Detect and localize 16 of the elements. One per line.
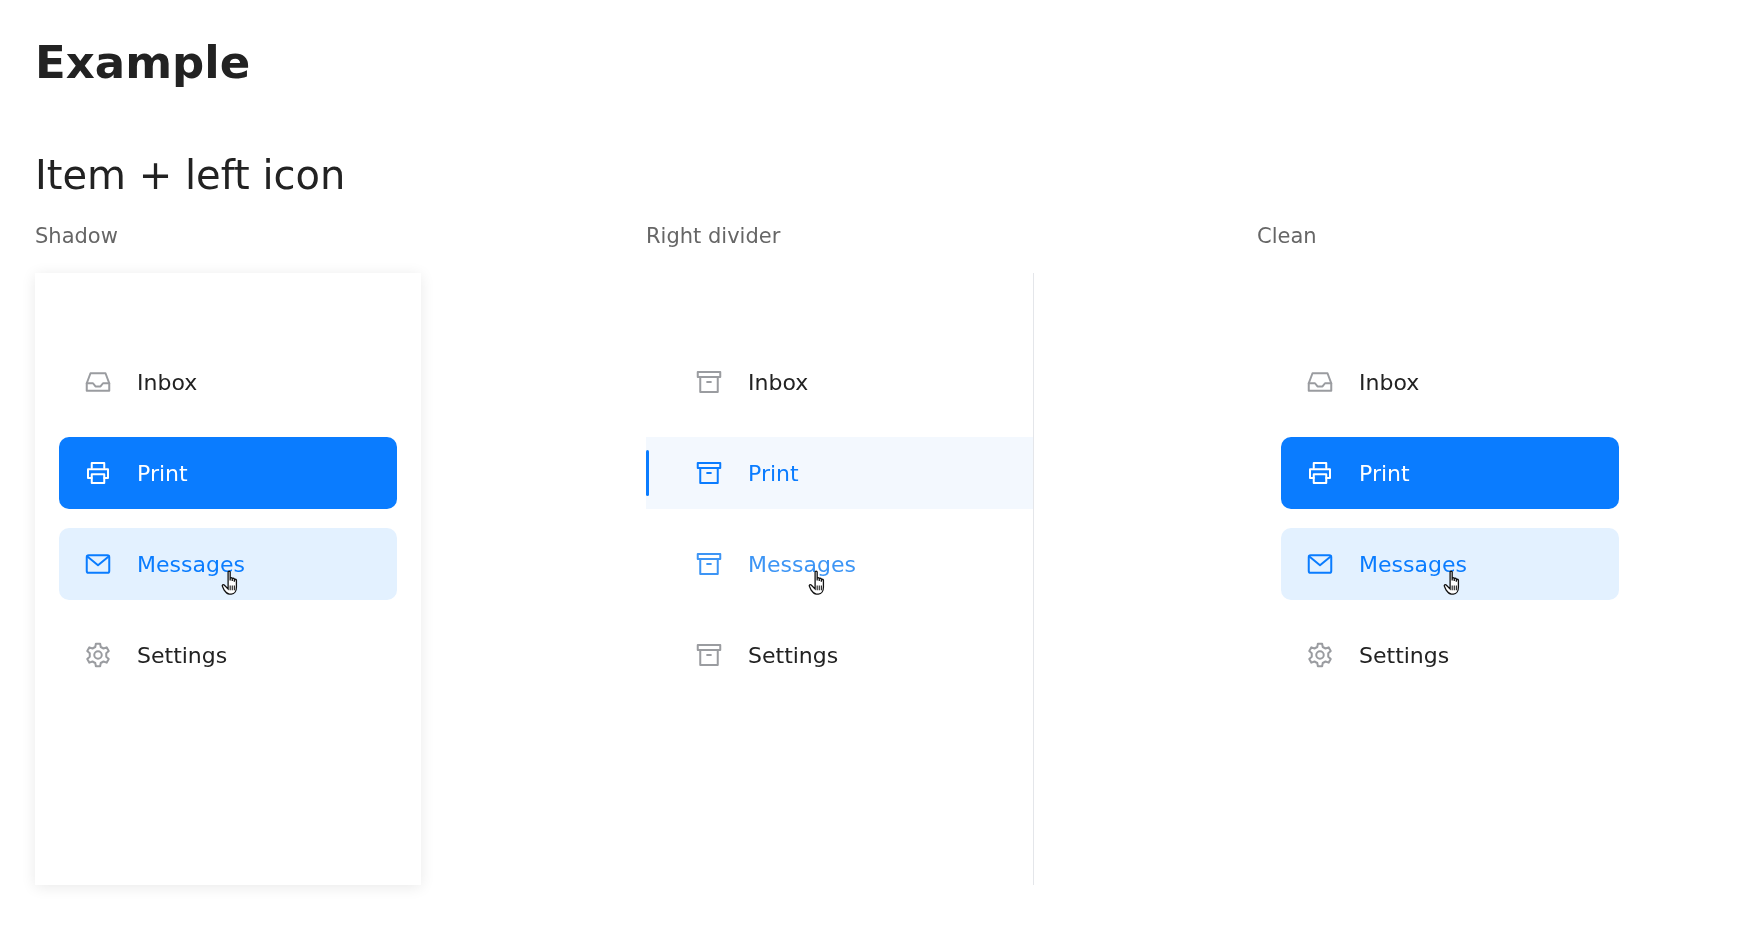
menu-item[interactable]: Print (59, 437, 397, 509)
menu-item[interactable]: Inbox (646, 346, 1033, 418)
menu-item[interactable]: Print (1281, 437, 1619, 509)
menu-item[interactable]: Settings (1281, 619, 1619, 691)
page-title: Example (35, 35, 252, 91)
menu-item[interactable]: Inbox (59, 346, 397, 418)
menu-item[interactable]: Inbox (1281, 346, 1619, 418)
menu-item[interactable]: Settings (646, 619, 1033, 691)
settings-icon (83, 640, 113, 670)
variant-label: Shadow (35, 223, 119, 250)
variant-label: Right divider (646, 223, 782, 250)
section-heading: Item + left icon (35, 151, 347, 200)
menu-item[interactable]: Settings (59, 619, 397, 691)
variant-label: Clean (1257, 223, 1318, 250)
settings-icon (1305, 640, 1335, 670)
menu-item[interactable]: Print (646, 437, 1033, 509)
